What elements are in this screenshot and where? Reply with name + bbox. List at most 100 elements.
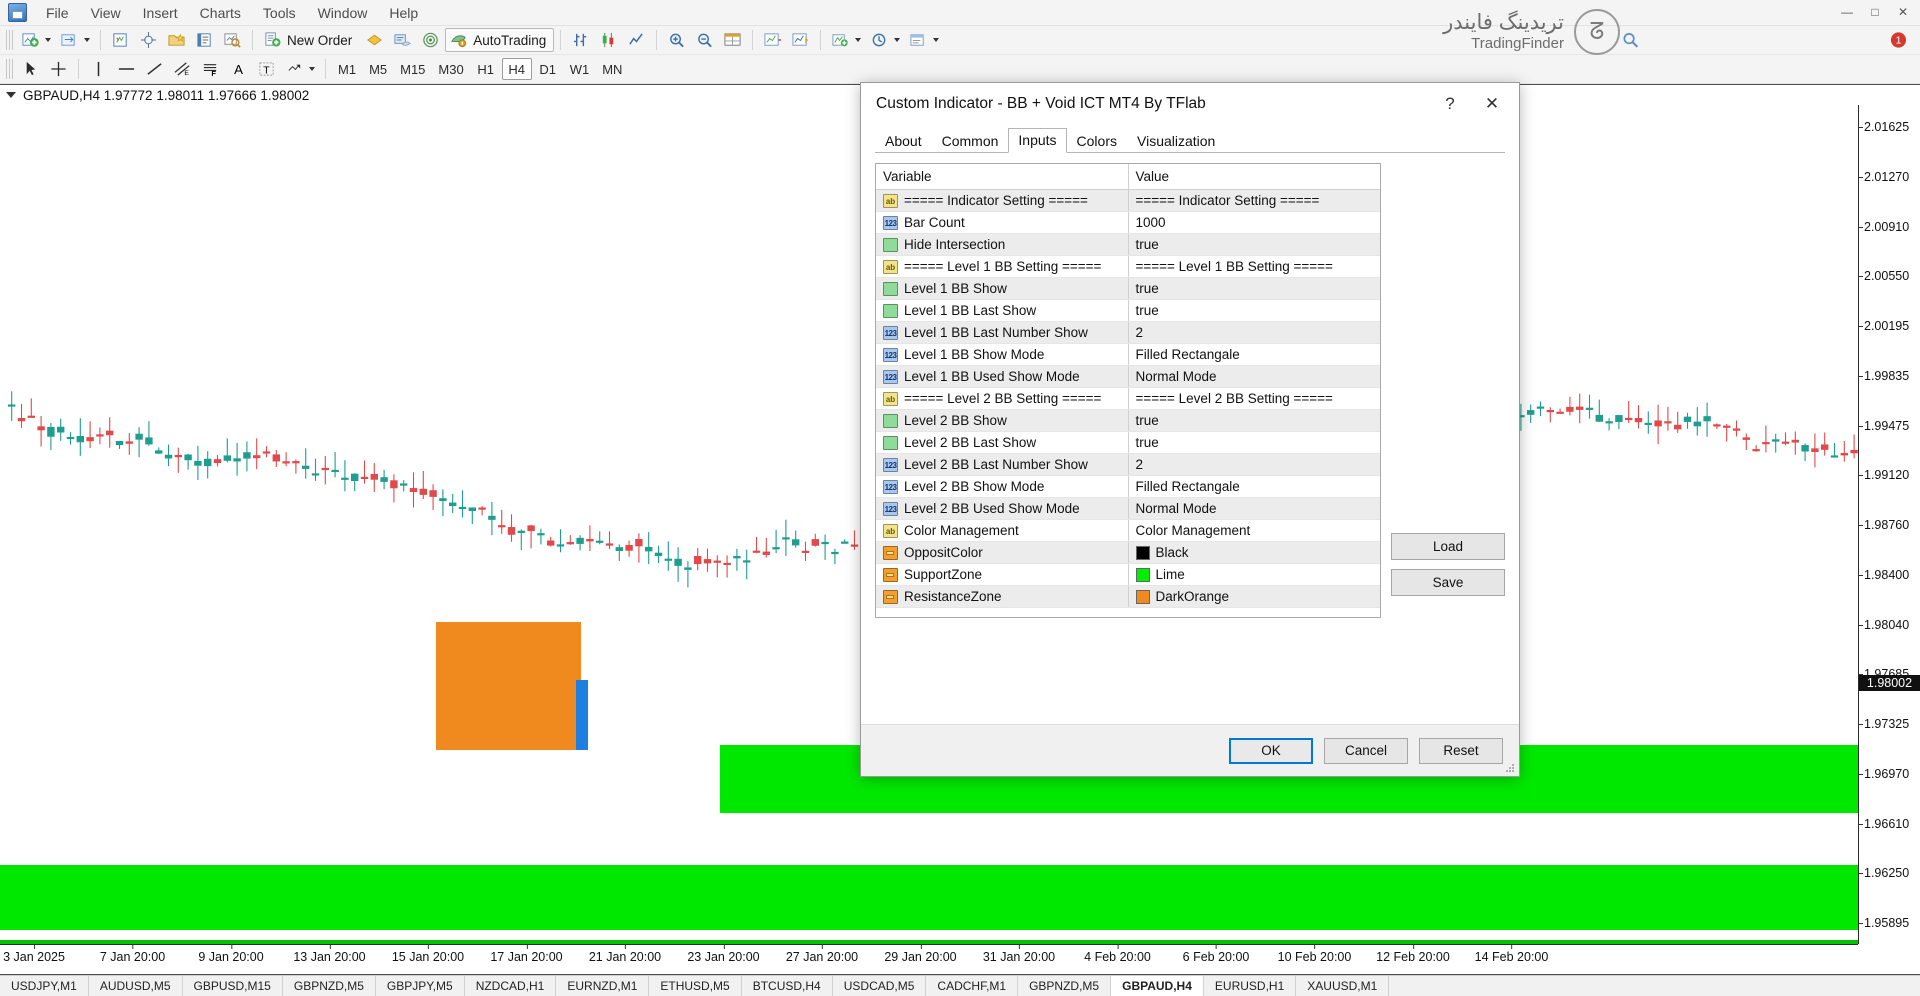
table-row[interactable]: 123Level 2 BB Show ModeFilled Rectangale [876,476,1380,498]
notifications-badge[interactable]: 1 [1885,28,1912,52]
chart-tab[interactable]: BTCUSD,H4 [742,976,833,996]
menu-window[interactable]: Window [307,2,379,24]
timeframe-mn[interactable]: MN [596,58,628,80]
value-cell[interactable]: DarkOrange [1128,586,1380,608]
table-row[interactable]: 123Level 2 BB Last Number Show2 [876,454,1380,476]
chart-tab[interactable]: ETHUSD,M5 [649,976,741,996]
metaeditor-button[interactable] [389,28,416,52]
chart-tab[interactable]: GBPJPY,M5 [376,976,465,996]
equidistant-channel-button[interactable]: E [169,57,196,81]
zoom-in-button[interactable] [663,28,690,52]
value-cell[interactable]: true [1128,410,1380,432]
trendline-button[interactable] [141,57,168,81]
toolbar-grip[interactable] [6,30,13,50]
autotrading-button[interactable]: AutoTrading [445,28,554,52]
save-button[interactable]: Save [1391,569,1505,596]
value-cell[interactable]: Filled Rectangale [1128,476,1380,498]
chart-tab[interactable]: GBPNZD,M5 [1018,976,1111,996]
timeframe-w1[interactable]: W1 [564,58,596,80]
templates-button[interactable] [905,28,943,52]
table-row[interactable]: Level 2 BB Last Showtrue [876,432,1380,454]
chart-tab[interactable]: XAUUSD,M1 [1296,976,1389,996]
vertical-line-button[interactable] [85,57,112,81]
period-button[interactable] [866,28,904,52]
dialog-close-icon[interactable]: ✕ [1471,89,1513,119]
text-button[interactable]: A [225,57,252,81]
menu-insert[interactable]: Insert [132,2,189,24]
maximize-button[interactable]: □ [1862,2,1888,22]
value-cell[interactable]: 2 [1128,322,1380,344]
timeframe-m15[interactable]: M15 [394,58,431,80]
tile-windows-button[interactable] [719,28,746,52]
tab-inputs[interactable]: Inputs [1008,128,1066,153]
toolbar-grip[interactable] [6,59,13,79]
value-cell[interactable]: ===== Level 1 BB Setting ===== [1128,256,1380,278]
cursor-tool-button[interactable] [17,57,44,81]
menu-help[interactable]: Help [378,2,429,24]
chart-tab[interactable]: GBPNZD,M5 [283,976,376,996]
chart-tab[interactable]: EURUSD,H1 [1204,976,1296,996]
timeframe-m30[interactable]: M30 [432,58,469,80]
text-label-button[interactable]: T [253,57,280,81]
timeframe-h4[interactable]: H4 [502,58,532,80]
chart-shift-button[interactable] [759,28,786,52]
value-cell[interactable]: Filled Rectangale [1128,344,1380,366]
terminal-button[interactable] [191,28,218,52]
value-cell[interactable]: true [1128,300,1380,322]
value-cell[interactable]: ===== Level 2 BB Setting ===== [1128,388,1380,410]
ok-button[interactable]: OK [1229,738,1313,764]
menu-file[interactable]: File [35,2,80,24]
timeframe-m1[interactable]: M1 [332,58,362,80]
table-row[interactable]: Level 2 BB Showtrue [876,410,1380,432]
value-cell[interactable]: Lime [1128,564,1380,586]
chart-tab[interactable]: GBPUSD,M15 [183,976,283,996]
reset-button[interactable]: Reset [1419,738,1503,764]
menu-charts[interactable]: Charts [189,2,252,24]
strategy-tester-button[interactable] [219,28,246,52]
minimize-button[interactable]: — [1834,2,1860,22]
search-icon[interactable] [1617,28,1644,52]
table-row[interactable]: ResistanceZoneDarkOrange [876,586,1380,608]
table-row[interactable]: abColor ManagementColor Management [876,520,1380,542]
crosshair-button[interactable] [135,28,162,52]
table-row[interactable]: 123Level 1 BB Show ModeFilled Rectangale [876,344,1380,366]
value-cell[interactable]: true [1128,278,1380,300]
value-cell[interactable]: 1000 [1128,212,1380,234]
signals-button[interactable] [417,28,444,52]
inputs-grid[interactable]: Variable Value ab===== Indicator Setting… [875,163,1381,618]
table-row[interactable]: ab===== Level 1 BB Setting ========== Le… [876,256,1380,278]
crosshair-tool-button[interactable] [45,57,72,81]
chart-menu-icon[interactable] [6,92,16,98]
cancel-button[interactable]: Cancel [1324,738,1408,764]
help-icon[interactable]: ? [1429,89,1471,119]
timeframe-m5[interactable]: M5 [363,58,393,80]
value-cell[interactable]: Normal Mode [1128,498,1380,520]
load-button[interactable]: Load [1391,533,1505,560]
chart-tab[interactable]: USDJPY,M1 [0,976,89,996]
table-row[interactable]: SupportZoneLime [876,564,1380,586]
table-row[interactable]: ab===== Level 2 BB Setting ========== Le… [876,388,1380,410]
fibonacci-button[interactable]: F [197,57,224,81]
new-chart-button[interactable] [17,28,55,52]
table-row[interactable]: 123Level 2 BB Used Show ModeNormal Mode [876,498,1380,520]
resize-grip[interactable] [1505,763,1516,774]
mql5-community-button[interactable] [361,28,388,52]
tab-visualization[interactable]: Visualization [1127,129,1225,153]
dialog-title-bar[interactable]: Custom Indicator - BB + Void ICT MT4 By … [861,83,1519,125]
chart-tab[interactable]: GBPAUD,H4 [1111,976,1204,996]
timeframe-h1[interactable]: H1 [471,58,501,80]
table-row[interactable]: Level 1 BB Showtrue [876,278,1380,300]
new-order-button[interactable]: New Order [259,28,360,52]
line-chart-button[interactable] [623,28,650,52]
table-row[interactable]: OppositColorBlack [876,542,1380,564]
price-axis[interactable]: 2.016252.012702.009102.005502.001951.998… [1858,105,1920,944]
value-cell[interactable]: Black [1128,542,1380,564]
chart-tab[interactable]: AUDUSD,M5 [89,976,183,996]
date-axis[interactable]: 3 Jan 20257 Jan 20:009 Jan 20:0013 Jan 2… [0,944,1858,974]
table-row[interactable]: Level 1 BB Last Showtrue [876,300,1380,322]
horizontal-scrollbar[interactable] [0,940,1858,944]
menu-tools[interactable]: Tools [252,2,307,24]
timeframe-d1[interactable]: D1 [533,58,563,80]
tab-common[interactable]: Common [932,129,1009,153]
profiles-button[interactable] [56,28,94,52]
